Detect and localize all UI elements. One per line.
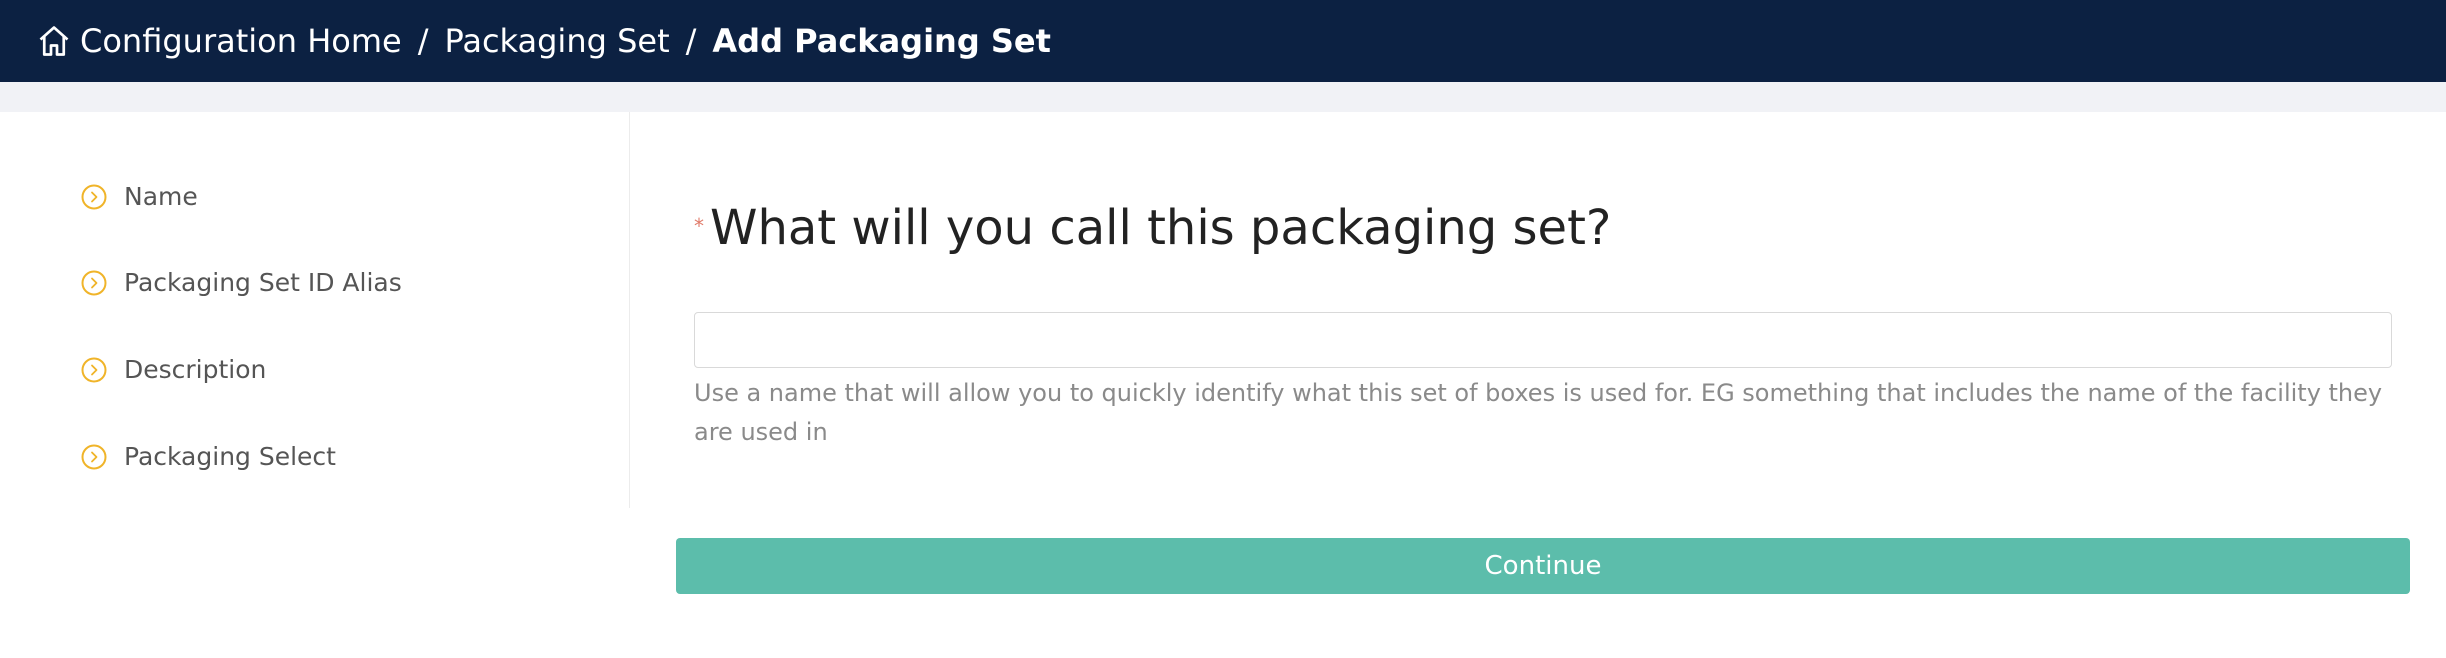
sidebar-item-label: Description	[124, 355, 267, 384]
breadcrumb-current-page: Add Packaging Set	[712, 22, 1051, 60]
breadcrumb-home-link[interactable]: Configuration Home	[36, 22, 402, 60]
continue-button[interactable]: Continue	[676, 538, 2410, 594]
sidebar-item-packaging-select[interactable]: Packaging Select	[80, 442, 336, 471]
question-heading: * What will you call this packaging set?	[694, 200, 1611, 256]
home-icon	[39, 26, 69, 56]
sidebar-item-packaging-set-id-alias[interactable]: Packaging Set ID Alias	[80, 268, 402, 297]
required-marker: *	[694, 214, 704, 238]
top-navigation-bar: Configuration Home / Packaging Set / Add…	[0, 0, 2446, 82]
breadcrumb-separator: /	[417, 22, 429, 60]
sidebar-item-label: Packaging Select	[124, 442, 336, 471]
chevron-right-circle-icon	[81, 357, 107, 382]
packaging-set-name-input[interactable]	[694, 312, 2392, 368]
sidebar-item-label: Name	[124, 182, 198, 211]
breadcrumb-packaging-set-link[interactable]: Packaging Set	[444, 22, 669, 60]
chevron-right-circle-icon	[81, 270, 107, 295]
breadcrumb-home-label: Configuration Home	[80, 22, 402, 60]
chevron-right-circle-icon	[81, 444, 107, 469]
step-sidebar: Name Packaging Set ID Alias Description …	[0, 112, 630, 508]
sidebar-item-name[interactable]: Name	[80, 182, 198, 211]
breadcrumb-separator: /	[685, 22, 697, 60]
sidebar-item-label: Packaging Set ID Alias	[124, 268, 402, 297]
input-help-text: Use a name that will allow you to quickl…	[694, 379, 2383, 446]
chevron-right-circle-icon	[81, 184, 107, 209]
page-title: What will you call this packaging set?	[710, 200, 1612, 256]
header-divider-strip	[0, 82, 2446, 112]
sidebar-item-description[interactable]: Description	[80, 355, 266, 384]
